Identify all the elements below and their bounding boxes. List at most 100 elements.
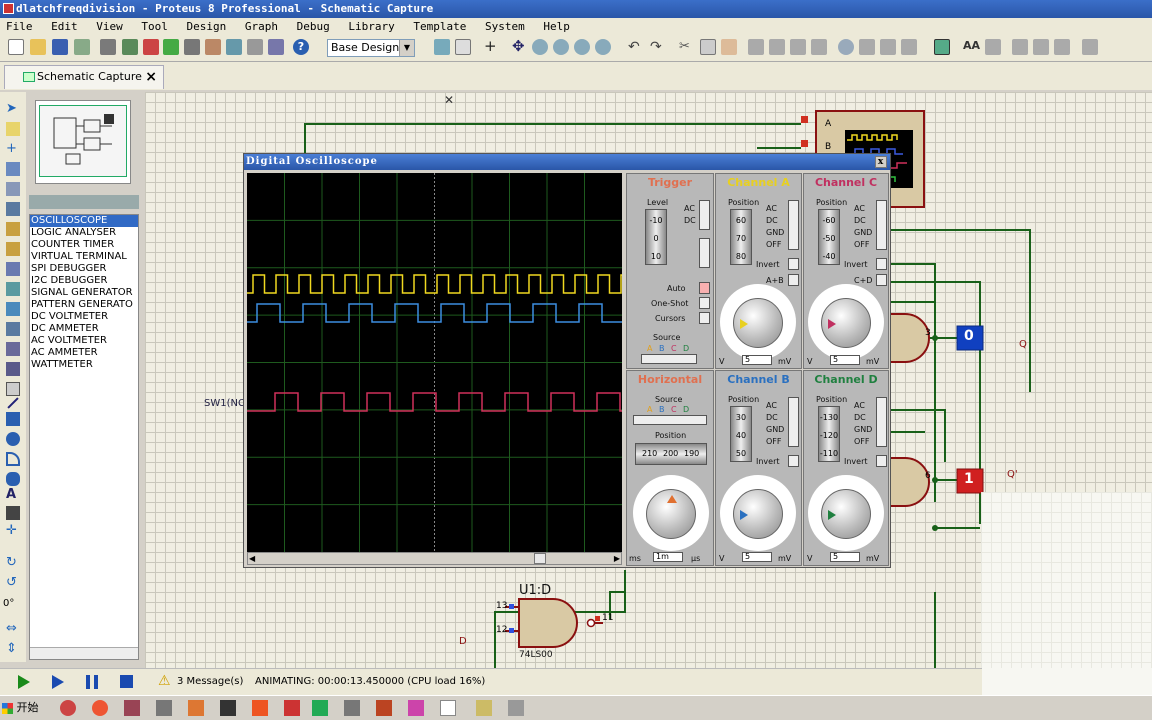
symbol-tool-icon[interactable]: [6, 506, 20, 520]
decompose-icon[interactable]: [901, 39, 917, 55]
horizontal-source-slider[interactable]: [633, 415, 707, 425]
scroll-left-icon[interactable]: ◀: [249, 554, 255, 563]
virtual-instruments-icon[interactable]: [6, 382, 20, 396]
remove-sheet-icon[interactable]: [1033, 39, 1049, 55]
channel-b-scale-input[interactable]: 5: [742, 552, 772, 562]
messages-count[interactable]: 3 Message(s): [177, 676, 243, 687]
close-icon[interactable]: x: [875, 156, 887, 168]
packaging-icon[interactable]: [880, 39, 896, 55]
notes-icon[interactable]: [226, 39, 242, 55]
pause-button[interactable]: [86, 675, 98, 689]
channel-d-scale-input[interactable]: 5: [830, 552, 860, 562]
zoom-area-icon[interactable]: [595, 39, 611, 55]
menu-help[interactable]: Help: [541, 20, 572, 33]
arc-tool-icon[interactable]: [6, 452, 20, 466]
text-tool-icon[interactable]: A: [6, 488, 20, 502]
channel-c-invert-button[interactable]: [876, 258, 887, 270]
taskbar-app-icon[interactable]: [284, 700, 300, 716]
marker-tool-icon[interactable]: ✛: [6, 524, 20, 538]
channel-c-coupling-switch[interactable]: [876, 200, 887, 250]
list-item-logic-analyser[interactable]: LOGIC ANALYSER: [30, 227, 138, 239]
block-copy-icon[interactable]: [748, 39, 764, 55]
trigger-source-slider[interactable]: [641, 354, 697, 364]
device-pins-icon[interactable]: [6, 262, 20, 276]
taskbar-app-icon[interactable]: [476, 700, 492, 716]
taskbar-app-icon[interactable]: [252, 700, 268, 716]
list-item-virtual-terminal[interactable]: VIRTUAL TERMINAL: [30, 251, 138, 263]
zoom-all-icon[interactable]: [574, 39, 590, 55]
origin-icon[interactable]: +: [484, 39, 500, 55]
channel-a-sum-button[interactable]: [788, 274, 799, 286]
trigger-edge-switch[interactable]: [699, 238, 710, 268]
menu-edit[interactable]: Edit: [49, 20, 80, 33]
channel-b-invert-button[interactable]: [788, 455, 799, 467]
text-script-icon[interactable]: [6, 182, 20, 196]
property-tool-icon[interactable]: [985, 39, 1001, 55]
menu-debug[interactable]: Debug: [295, 20, 332, 33]
taskbar-app-icon[interactable]: [344, 700, 360, 716]
step-button[interactable]: [52, 675, 64, 689]
component-mode-icon[interactable]: [6, 122, 20, 136]
zoom-out-icon[interactable]: [553, 39, 569, 55]
menu-graph[interactable]: Graph: [243, 20, 280, 33]
channel-d-coupling-switch[interactable]: [876, 397, 887, 447]
list-item-pattern-generator[interactable]: PATTERN GENERATO: [30, 299, 138, 311]
subcircuit-icon[interactable]: [6, 222, 20, 236]
menu-tool[interactable]: Tool: [139, 20, 170, 33]
close-tab-icon[interactable]: ×: [145, 66, 157, 88]
exit-to-parent-icon[interactable]: [1054, 39, 1070, 55]
channel-c-scale-input[interactable]: 5: [830, 355, 860, 365]
tab-schematic-capture[interactable]: Schematic Capture ×: [4, 65, 164, 89]
save-icon[interactable]: [52, 39, 68, 55]
menu-view[interactable]: View: [94, 20, 125, 33]
line-tool-icon[interactable]: [7, 397, 19, 409]
voltage-probe-icon[interactable]: [6, 342, 20, 356]
design-select[interactable]: Base Design ▼: [327, 39, 415, 57]
menu-library[interactable]: Library: [346, 20, 396, 33]
cursors-button[interactable]: [699, 312, 710, 324]
box-tool-icon[interactable]: [6, 412, 20, 426]
list-item-i2c-debugger[interactable]: I2C DEBUGGER: [30, 275, 138, 287]
scroll-thumb[interactable]: [534, 553, 546, 564]
taskbar-app-icon[interactable]: [312, 700, 328, 716]
new-file-icon[interactable]: [8, 39, 24, 55]
channel-c-volts-knob[interactable]: [821, 298, 871, 348]
channel-b-position-wheel[interactable]: 30 40 50: [730, 406, 752, 462]
channel-d-invert-button[interactable]: [876, 455, 887, 467]
list-item-oscilloscope[interactable]: OSCILLOSCOPE: [30, 215, 138, 227]
generator-icon[interactable]: [6, 322, 20, 336]
graph-mode-icon[interactable]: [6, 282, 20, 296]
channel-b-volts-knob[interactable]: [733, 489, 783, 539]
taskbar-app-icon[interactable]: [440, 700, 456, 716]
selection-mode-icon[interactable]: ➤: [6, 102, 20, 116]
taskbar-app-icon[interactable]: [156, 700, 172, 716]
channel-a-coupling-switch[interactable]: [788, 200, 799, 250]
pan-icon[interactable]: ✥: [512, 39, 528, 55]
overview-window[interactable]: [35, 100, 131, 184]
channel-a-position-wheel[interactable]: 60 70 80: [730, 209, 752, 265]
wire-label-icon[interactable]: [6, 162, 20, 176]
stop-button[interactable]: [120, 675, 133, 688]
path-tool-icon[interactable]: [6, 472, 20, 486]
buses-icon[interactable]: [6, 202, 20, 216]
taskbar-app-icon[interactable]: [408, 700, 424, 716]
wire-autorouter-icon[interactable]: [934, 39, 950, 55]
list-item-wattmeter[interactable]: WATTMETER: [30, 359, 138, 371]
play-button[interactable]: [18, 675, 30, 689]
undo-icon[interactable]: ↶: [628, 39, 644, 55]
list-item-spi-debugger[interactable]: SPI DEBUGGER: [30, 263, 138, 275]
one-shot-button[interactable]: [699, 297, 710, 309]
grid-toggle-icon[interactable]: [455, 39, 471, 55]
gerber-icon[interactable]: [163, 39, 179, 55]
scroll-right-icon[interactable]: ▶: [614, 554, 620, 563]
chevron-down-icon[interactable]: ▼: [399, 40, 414, 56]
taskbar-app-icon[interactable]: [60, 700, 76, 716]
rotation-value[interactable]: 0°: [3, 598, 25, 612]
oscilloscope-window[interactable]: Digital Oscilloscope x ◀ ▶ Trigger Level…: [243, 153, 891, 568]
horizontal-timebase-knob[interactable]: [646, 489, 696, 539]
mirror-x-icon[interactable]: ⇔: [6, 622, 20, 636]
list-item-ac-ammeter[interactable]: AC AMMETER: [30, 347, 138, 359]
block-move-icon[interactable]: [769, 39, 785, 55]
taskbar-app-icon[interactable]: [220, 700, 236, 716]
mirror-y-icon[interactable]: ⇕: [6, 642, 20, 656]
